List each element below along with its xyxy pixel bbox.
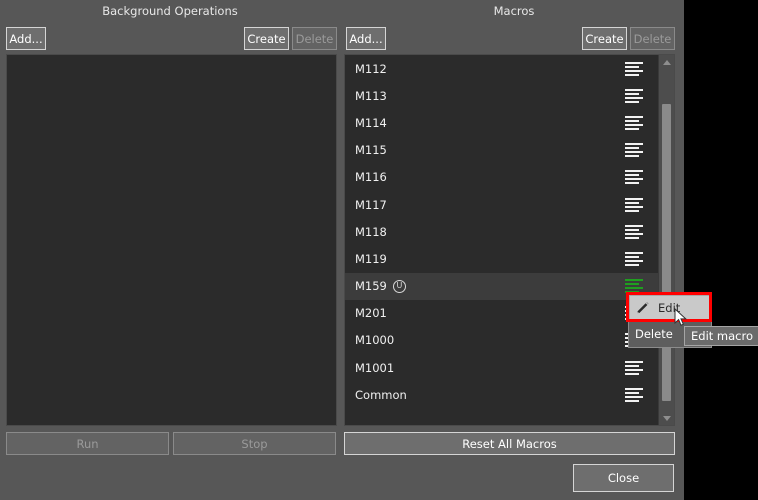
background-create-button[interactable]: Create xyxy=(244,27,289,50)
list-item-label: M1000 xyxy=(355,333,395,348)
list-lines-icon[interactable] xyxy=(625,224,643,239)
macros-list[interactable]: M112 M113 M114 M115 M116 M117 M118 M119 M159 U M20… xyxy=(344,54,675,426)
list-lines-icon[interactable] xyxy=(625,61,643,76)
list-item[interactable]: M117 xyxy=(345,191,659,218)
list-item-label: M159 xyxy=(355,279,387,294)
tooltip: Edit macro xyxy=(684,326,758,346)
list-item[interactable]: M1001 xyxy=(345,354,659,381)
application-window: Background Operations Macros Add... Crea… xyxy=(0,0,758,500)
scrollbar-thumb[interactable] xyxy=(662,104,671,401)
background-operations-list[interactable] xyxy=(6,54,337,426)
macros-delete-button: Delete xyxy=(630,27,675,50)
background-add-button[interactable]: Add... xyxy=(6,27,46,50)
run-button: Run xyxy=(6,432,169,455)
list-item-label: M119 xyxy=(355,251,387,266)
list-item-label: M113 xyxy=(355,88,387,103)
list-lines-green-icon[interactable] xyxy=(625,279,643,294)
list-item-label: M114 xyxy=(355,115,387,130)
list-item[interactable]: M112 xyxy=(345,55,659,82)
list-item[interactable]: M113 xyxy=(345,82,659,109)
list-lines-icon[interactable] xyxy=(625,387,643,402)
list-item-label: M1001 xyxy=(355,360,395,375)
list-lines-icon[interactable] xyxy=(625,115,643,130)
list-lines-icon[interactable] xyxy=(625,88,643,103)
macros-scrollbar[interactable] xyxy=(658,55,674,425)
macros-create-button[interactable]: Create xyxy=(582,27,627,50)
context-menu-edit-item[interactable]: Edit xyxy=(629,295,711,321)
list-item[interactable]: M118 xyxy=(345,218,659,245)
context-menu-delete-label: Delete xyxy=(635,327,673,341)
list-item[interactable]: M201 xyxy=(345,300,659,327)
macros-title: Macros xyxy=(493,4,535,18)
background-delete-button: Delete xyxy=(292,27,337,50)
list-item[interactable]: M119 xyxy=(345,245,659,272)
reset-all-macros-button[interactable]: Reset All Macros xyxy=(344,432,675,455)
list-lines-icon[interactable] xyxy=(625,251,643,266)
list-lines-icon[interactable] xyxy=(625,170,643,185)
list-item[interactable]: M116 xyxy=(345,164,659,191)
context-menu-edit-label: Edit xyxy=(658,301,681,315)
background-list-body xyxy=(7,55,321,425)
list-item[interactable]: M159 U xyxy=(345,272,659,300)
list-item-label: M118 xyxy=(355,224,387,239)
list-item-label: Common xyxy=(355,387,407,402)
scroll-down-arrow-icon[interactable] xyxy=(659,411,674,425)
list-item-label: M112 xyxy=(355,61,387,76)
stop-button: Stop xyxy=(173,432,336,455)
macros-add-button[interactable]: Add... xyxy=(346,27,386,50)
macros-dialog: Background Operations Macros Add... Crea… xyxy=(0,0,712,500)
list-item[interactable]: M115 xyxy=(345,137,659,164)
list-item[interactable]: M1000 xyxy=(345,327,659,354)
list-item-label: M117 xyxy=(355,197,387,212)
background-operations-title: Background Operations xyxy=(102,4,238,18)
circled-u-badge-icon: U xyxy=(392,279,406,293)
list-item-label: M116 xyxy=(355,170,387,185)
macros-list-body: M112 M113 M114 M115 M116 M117 M118 M119 M159 U M20… xyxy=(345,55,659,425)
list-lines-icon[interactable] xyxy=(625,143,643,158)
list-item-label: M115 xyxy=(355,143,387,158)
scroll-up-arrow-icon[interactable] xyxy=(659,55,674,69)
close-button[interactable]: Close xyxy=(573,464,674,492)
pencil-icon xyxy=(637,301,649,314)
list-item-label: M201 xyxy=(355,306,387,321)
list-item[interactable]: M114 xyxy=(345,109,659,136)
list-lines-icon[interactable] xyxy=(625,197,643,212)
list-lines-icon[interactable] xyxy=(625,360,643,375)
list-item[interactable]: Common xyxy=(345,381,659,408)
